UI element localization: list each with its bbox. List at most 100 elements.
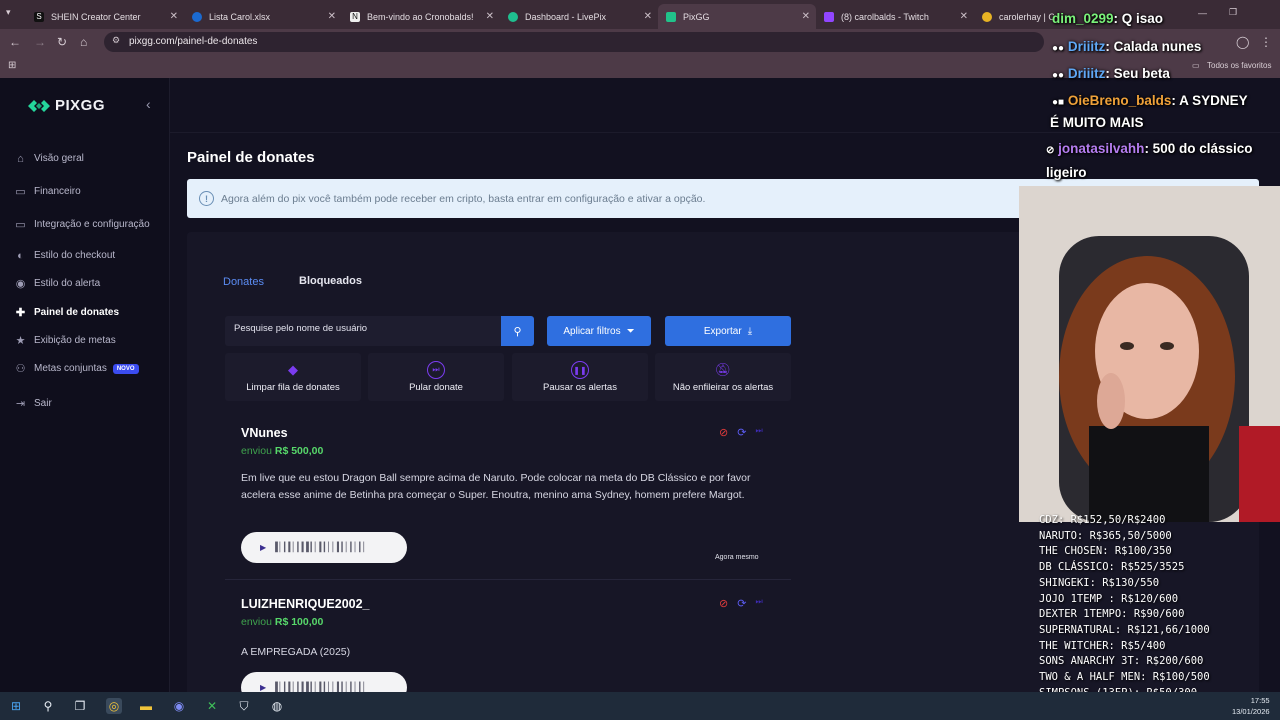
search-box: [225, 316, 501, 346]
task-view-icon[interactable]: ❐: [72, 698, 88, 714]
browser-tab-active[interactable]: PixGG ✕: [658, 4, 816, 29]
chat-text: : 500 do clássico: [1144, 141, 1253, 156]
action-label: Pular donate: [409, 382, 463, 393]
windows-start-icon[interactable]: ⊞: [8, 698, 24, 714]
search-button[interactable]: ⚲: [501, 316, 534, 346]
tab-donates[interactable]: Donates: [223, 276, 264, 288]
sidebar-item-estilo-alerta[interactable]: ◉ Estilo do alerta: [14, 277, 100, 290]
tab-title: SHEIN Creator Center: [51, 11, 141, 22]
browser-tab[interactable]: (8) carolbalds - Twitch ✕: [816, 4, 974, 29]
tab-title: Bem-vindo ao Cronobalds!: [367, 11, 474, 22]
maximize-icon[interactable]: ❐: [1229, 7, 1237, 18]
all-bookmarks-link[interactable]: Todos os favoritos: [1207, 61, 1271, 70]
goal-line: DEXTER 1TEMPO: R$90/600: [1039, 608, 1185, 621]
apply-filters-button[interactable]: Aplicar filtros ⏷: [547, 316, 651, 346]
donation-actions: ⊘ ⟳ ⏭: [719, 426, 763, 439]
star-icon: ★: [15, 335, 26, 347]
browser-tab[interactable]: Lista Carol.xlsx ✕: [184, 4, 342, 29]
sidebar-item-painel-donates[interactable]: ✚ Painel de donates: [14, 306, 119, 319]
page-title: Painel de donates: [187, 149, 315, 166]
sidebar-item-estilo-checkout[interactable]: ◐ Estilo do checkout: [14, 249, 115, 262]
sidebar-item-visao-geral[interactable]: ⌂ Visão geral: [14, 152, 84, 165]
clock-time: 17:55: [1250, 696, 1270, 705]
chat-user: OieBreno_balds: [1067, 93, 1172, 108]
forward-icon[interactable]: →: [34, 35, 46, 49]
block-icon[interactable]: ⊘: [719, 597, 728, 610]
export-button[interactable]: Exportar ⤓: [665, 316, 791, 346]
sidebar-item-sair[interactable]: ⇥ Sair: [14, 397, 52, 410]
profile-icon[interactable]: ◯: [1236, 35, 1249, 49]
chat-user: Driiitz: [1067, 66, 1106, 81]
chrome-icon[interactable]: ◎: [106, 698, 122, 714]
goal-line: THE CHOSEN: R$100/350: [1039, 545, 1172, 558]
goals-overlay: CDZ: R$152,50/R$2400 NARUTO: R$365,50/50…: [1039, 513, 1210, 701]
minimize-icon[interactable]: —: [1198, 8, 1207, 18]
shein-favicon-icon: S: [34, 11, 44, 22]
sidebar-item-label: Estilo do checkout: [34, 250, 116, 261]
pixgg-logo-icon: [28, 99, 50, 112]
chat-message: ●■ OieBreno_balds: A SYDNEY: [1052, 93, 1248, 108]
close-tab-icon[interactable]: ✕: [644, 11, 652, 22]
skip-icon[interactable]: ⏭: [755, 426, 762, 439]
sidebar-item-label: Painel de donates: [34, 307, 120, 318]
home-icon[interactable]: ⌂: [80, 35, 87, 49]
close-tab-icon[interactable]: ✕: [486, 11, 494, 22]
skip-donate-button[interactable]: ⏭ Pular donate: [368, 353, 504, 401]
sidebar-item-exibicao-metas[interactable]: ★ Exibição de metas: [14, 334, 116, 347]
chat-text: : Seu beta: [1105, 66, 1170, 81]
audio-player[interactable]: ▶ ▌▏▎▍▏▎▍▌▎▏▍▎▏▏▍▎▏▎▏▎▏: [241, 532, 407, 563]
goal-line: SONS ANARCHY 3T: R$200/600: [1039, 655, 1204, 668]
sidebar-item-integracao[interactable]: ▭ Integração e configuração: [14, 218, 149, 231]
close-tab-icon[interactable]: ✕: [328, 11, 336, 22]
download-icon: ⤓: [747, 325, 753, 337]
bell-off-icon: 🔕︎: [714, 362, 732, 377]
file-explorer-icon[interactable]: ▬: [138, 698, 154, 714]
address-bar[interactable]: ⚙ pixgg.com/painel-de-donates: [104, 32, 1044, 52]
shield-icon[interactable]: ⛉: [236, 698, 252, 714]
obs-icon[interactable]: ◍: [269, 698, 285, 714]
replay-icon[interactable]: ⟳: [737, 426, 746, 439]
tab-title: PixGG: [683, 11, 710, 22]
block-icon[interactable]: ⊘: [719, 426, 728, 439]
xbox-icon[interactable]: ✕: [204, 698, 220, 714]
browser-tab[interactable]: carolerhay | Cir: [974, 4, 1054, 29]
sidebar-item-metas-conjuntas[interactable]: ⚇ Metas conjuntas NOVO: [14, 362, 139, 375]
close-tab-icon[interactable]: ✕: [802, 11, 810, 22]
browser-tab[interactable]: S SHEIN Creator Center ✕: [26, 4, 184, 29]
clear-queue-button[interactable]: ◆ Limpar fila de donates: [225, 353, 361, 401]
search-input[interactable]: [234, 323, 494, 334]
donor-name: VNunes: [241, 426, 288, 440]
play-icon[interactable]: ▶: [260, 683, 266, 692]
search-icon[interactable]: ⚲: [40, 698, 56, 714]
apps-grid-icon[interactable]: ⊞: [8, 60, 16, 71]
skip-icon[interactable]: ⏭: [755, 597, 762, 610]
clock-date: 13/01/2026: [1232, 707, 1270, 716]
menu-icon[interactable]: ⋮: [1260, 35, 1272, 49]
collapse-sidebar-icon[interactable]: ‹: [146, 96, 151, 112]
goal-line: SUPERNATURAL: R$121,66/1000: [1039, 623, 1210, 636]
close-tab-icon[interactable]: ✕: [170, 11, 178, 22]
browser-tab[interactable]: Dashboard - LivePix ✕: [500, 4, 658, 29]
site-info-icon[interactable]: ⚙: [112, 35, 120, 46]
browser-tab[interactable]: N Bem-vindo ao Cronobalds! ✕: [342, 4, 500, 29]
tab-search-icon[interactable]: ▾: [6, 7, 11, 18]
tab-bloqueados[interactable]: Bloqueados: [299, 275, 362, 287]
pixgg-logo[interactable]: PIXGG: [28, 97, 105, 114]
tab-title: carolerhay | Cir: [999, 11, 1054, 22]
notion-favicon-icon: N: [350, 11, 360, 22]
chat-message: ⊘ jonatasilvahh: 500 do clássico: [1046, 141, 1253, 156]
sidebar-item-label: Financeiro: [34, 186, 81, 197]
sidebar-item-label: Metas conjuntas: [34, 363, 107, 374]
play-icon[interactable]: ▶: [260, 543, 266, 552]
replay-icon[interactable]: ⟳: [737, 597, 746, 610]
pause-alerts-button[interactable]: ❚❚ Pausar os alertas: [512, 353, 648, 401]
sidebar-item-financeiro[interactable]: ▭ Financeiro: [14, 185, 81, 198]
close-tab-icon[interactable]: ✕: [960, 11, 968, 22]
back-icon[interactable]: ←: [9, 35, 21, 49]
discord-icon[interactable]: ◉: [171, 698, 187, 714]
system-clock[interactable]: 17:55 13/01/2026: [1232, 695, 1270, 717]
no-queue-alerts-button[interactable]: 🔕︎ Não enfileirar os alertas: [655, 353, 791, 401]
reload-icon[interactable]: ↻: [57, 35, 67, 49]
goal-line: JOJO 1TEMP : R$120/600: [1039, 592, 1179, 605]
donor-name: LUIZHENRIQUE2002_: [241, 597, 370, 611]
